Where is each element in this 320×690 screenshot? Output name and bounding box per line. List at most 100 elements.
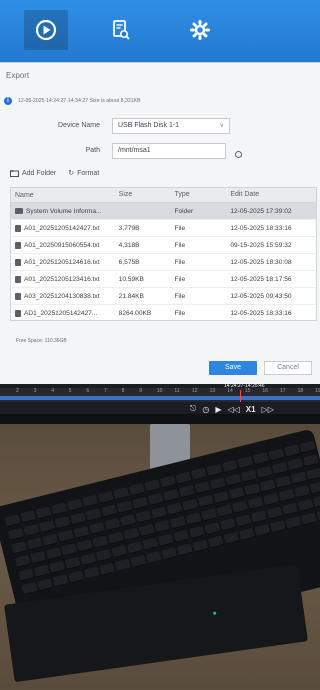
keyboard-key (89, 521, 106, 535)
keyboard-key (185, 512, 202, 526)
keyboard-key (216, 504, 233, 518)
column-name[interactable]: Name (11, 188, 115, 202)
keyboard-key (23, 523, 40, 537)
add-folder-icon (10, 169, 19, 177)
keyboard-key (166, 502, 183, 516)
file-size: 6,575B (118, 258, 140, 266)
keyboard-key (182, 498, 199, 512)
keyboard-key (159, 475, 176, 489)
timeline-tick: 9 (139, 388, 142, 394)
free-space: Free Space: 110.36GB (16, 338, 67, 344)
file-date: 12-05-2025 09:43:50 (230, 292, 292, 300)
file-size: 3,779B (118, 224, 140, 232)
timeline-marker[interactable] (240, 390, 241, 402)
rewind-icon[interactable]: ⎋ (190, 404, 196, 414)
folder-icon (15, 208, 23, 214)
keyboard-key (266, 506, 283, 520)
keyboard-key (26, 537, 43, 551)
folder-actions: Add Folder ↻ Format (10, 169, 99, 177)
keyboard-key (92, 535, 109, 549)
table-row[interactable]: AD1_20251205142427... 8264.00KB File 12-… (11, 305, 316, 320)
keyboard-key (238, 527, 255, 541)
keyboard-key (30, 550, 47, 565)
timeline-track[interactable] (0, 396, 320, 400)
keyboard-key (73, 525, 90, 539)
keyboard-key (269, 520, 286, 534)
timeline-tick: 7 (104, 388, 107, 394)
keyboard-key (297, 498, 314, 512)
info-icon: i (4, 97, 12, 105)
format-button[interactable]: ↻ Format (68, 169, 99, 178)
table-row[interactable]: A01_20251205124616.txt 6,575B File 12-05… (11, 254, 316, 271)
column-size[interactable]: Size (115, 188, 171, 202)
file-type: File (174, 292, 186, 300)
keyboard-key (263, 492, 280, 506)
keyboard-key (306, 467, 320, 481)
keyboard-key (192, 539, 209, 553)
file-icon (15, 275, 21, 283)
device-name-select[interactable]: USB Flash Disk 1-1 ∨ (112, 118, 230, 134)
keyboard-key (284, 444, 301, 458)
keyboard-key (80, 552, 97, 567)
keyboard-key (175, 471, 192, 485)
keyboard-key (4, 514, 21, 528)
keyboard-key (54, 516, 71, 530)
device-name-label: Device Name (57, 122, 100, 129)
keyboard-key (309, 481, 320, 495)
keyboard-key (8, 527, 25, 541)
keyboard-key (294, 485, 311, 499)
power-led (213, 611, 217, 615)
settings-tab[interactable] (178, 10, 222, 50)
keyboard-key (132, 496, 149, 510)
keyboard-key (70, 512, 87, 526)
keyboard-key (20, 510, 37, 524)
keyboard-key (154, 519, 171, 534)
slow-icon[interactable]: ◁◁ (227, 405, 239, 414)
keyboard-key (221, 459, 238, 473)
keyboard-key (213, 490, 230, 505)
file-search-tab[interactable] (99, 10, 143, 50)
cancel-button[interactable]: Cancel (264, 361, 312, 375)
keyboard-key (247, 496, 264, 510)
refresh-circle-icon[interactable] (235, 151, 242, 158)
keyboard-key (144, 479, 161, 493)
gear-icon (190, 20, 210, 40)
fast-forward-icon[interactable]: ▷▷ (262, 405, 274, 414)
table-row[interactable]: A01_20250915060554.txt 4,318B File 09-15… (11, 237, 316, 254)
table-row[interactable]: System Volume Informa... Folder 12-05-20… (11, 203, 316, 220)
keyboard-key (138, 523, 155, 537)
keyboard-key (82, 494, 99, 508)
file-icon (15, 241, 21, 249)
file-date: 12-05-2025 18:30:08 (230, 258, 292, 266)
column-type[interactable]: Type (170, 188, 226, 202)
keyboard-key (11, 541, 28, 555)
table-row[interactable]: A03_20251204130838.txt 21.84KB File 12-0… (11, 288, 316, 305)
keyboard-key (244, 483, 261, 497)
file-name: A03_20251204130838.txt (24, 292, 100, 300)
playback-tab[interactable] (24, 10, 68, 50)
file-date: 12-05-2025 17:39:02 (230, 207, 292, 215)
file-icon (15, 224, 21, 232)
save-button[interactable]: Save (209, 361, 257, 375)
keyboard-key (287, 457, 304, 472)
table-row[interactable]: A01_20251205123416.txt 10.59KB File 12-0… (11, 271, 316, 288)
keyboard-key (282, 502, 299, 516)
keyboard-key (301, 512, 318, 526)
clock-icon[interactable]: ◷ (202, 405, 209, 414)
file-date: 12-05-2025 18:17:56 (230, 275, 292, 283)
add-folder-button[interactable]: Add Folder (10, 169, 56, 177)
keyboard-key (42, 533, 59, 547)
playback-timeline[interactable]: 2 3 4 5 6 7 8 9 10 11 12 13 14 15 16 17 18 19 14:24:27-14… (0, 383, 320, 402)
file-date: 12-05-2025 18:33:16 (230, 309, 292, 317)
keyboard-key (120, 514, 137, 528)
keyboard-key (313, 494, 320, 508)
path-field[interactable]: /mnt/msa1 (112, 143, 226, 159)
timeline-tick: 4 (51, 388, 54, 394)
keyboard-key (299, 440, 316, 454)
play-icon[interactable]: ▶ (215, 405, 221, 414)
timeline-tick: 12 (192, 388, 198, 394)
table-row[interactable]: A01_20251205142427.txt 3,779B File 12-05… (11, 220, 316, 237)
file-date: 12-05-2025 18:33:16 (230, 224, 292, 232)
keyboard-key (52, 574, 69, 588)
column-edit-date[interactable]: Edit Date (226, 188, 316, 202)
